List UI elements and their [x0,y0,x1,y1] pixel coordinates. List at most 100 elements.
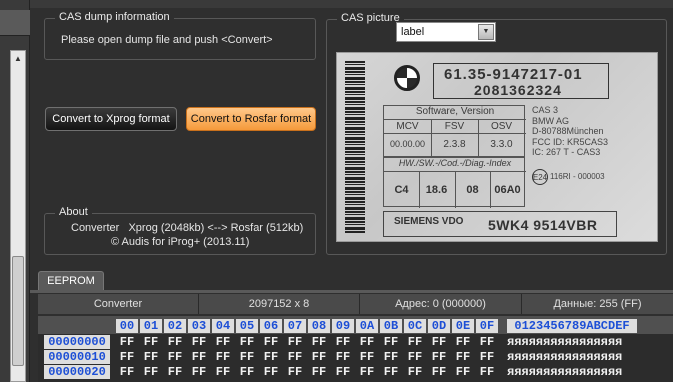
about-copyright-line: © Audis for iProg+ (2013.11) [111,236,250,248]
convert-to-rosfar-button[interactable]: Convert to Rosfar format [186,107,316,131]
hex-byte: FF [359,365,375,379]
hex-byte: FF [407,350,423,364]
hex-byte: FF [431,350,447,364]
hex-byte: FF [431,335,447,349]
sw-value-osv: 3.3.0 [490,139,513,150]
hex-column-header: 0E [452,319,474,333]
hex-byte: FF [191,350,207,364]
row-address: 00000020 [44,365,110,379]
scroll-up-arrow-icon[interactable]: ▲ [11,51,25,65]
hex-byte: FF [239,335,255,349]
sw-value-mcv: 00.00.00 [389,139,426,149]
hex-byte: FF [167,350,183,364]
left-panel-tab[interactable] [0,10,30,36]
status-mode: Converter [38,294,199,314]
hw-value: C4 [394,184,409,196]
hex-byte: FF [455,335,471,349]
about-group: About Converter Xprog (2048kb) <--> Rosf… [44,206,316,255]
sw-header-osv: OSV [490,121,513,132]
ascii-column-header: 0123456789ABCDEF [507,319,637,333]
hex-byte: FF [119,365,135,379]
sw-header-fsv: FSV [444,121,465,132]
hex-byte: FF [359,350,375,364]
cas-picture-title: CAS picture [337,12,404,24]
hex-byte: FF [455,365,471,379]
status-size: 2097152 x 8 [199,294,360,314]
hex-column-header: 0C [404,319,426,333]
hex-column-header: 07 [284,319,306,333]
ascii-row: яяяяяяяяяяяяяяяя [507,365,623,379]
hex-byte: FF [335,350,351,364]
hex-byte: FF [335,335,351,349]
hex-byte: FF [191,365,207,379]
bmw-logo-icon [394,65,420,91]
hw-value: 06A0 [494,184,521,196]
hex-byte: FF [479,350,495,364]
status-address: Адрес: 0 (000000) [360,294,522,314]
hex-byte: FF [263,350,279,364]
hex-byte: FF [215,335,231,349]
hex-column-header: 04 [212,319,234,333]
row-address: 00000010 [44,350,110,364]
picture-select-dropdown[interactable]: label ▼ [396,22,496,42]
cas-label-image: 61.35-9147217-01 2081362324 Software, Ve… [336,52,658,242]
top-border [30,0,673,8]
hex-byte: FF [287,365,303,379]
hex-byte: FF [455,350,471,364]
hex-byte: FF [383,335,399,349]
hw-index-title: HW./SW.-/Cod.-/Diag.-Index [384,158,526,172]
ascii-row: яяяяяяяяяяяяяяяя [507,350,623,364]
e-approval-mark: E24 [532,169,548,185]
hex-byte: FF [431,365,447,379]
chevron-down-icon[interactable]: ▼ [478,24,494,40]
hex-byte: FF [239,365,255,379]
hex-byte: FF [359,335,375,349]
hex-byte: FF [143,335,159,349]
cas-dump-info-title: CAS dump information [55,11,174,23]
hex-column-header: 0F [476,319,498,333]
hex-byte: FF [383,365,399,379]
software-version-title: Software, Version [384,106,526,120]
scrollbar-thumb[interactable] [12,256,24,366]
hex-byte: FF [263,365,279,379]
hex-byte: FF [311,365,327,379]
hex-byte: FF [215,365,231,379]
vertical-scrollbar[interactable]: ▲ [10,50,26,382]
hex-byte: FF [383,350,399,364]
hex-byte: FF [311,350,327,364]
hex-column-header: 01 [140,319,162,333]
convert-to-xprog-button[interactable]: Convert to Xprog format [45,107,177,131]
siemens-box: SIEMENS VDO 5WK4 9514VBR [383,211,617,237]
ascii-row: яяяяяяяяяяяяяяяя [507,335,623,349]
hex-byte: FF [143,350,159,364]
hex-byte: FF [215,350,231,364]
part-number-box: 61.35-9147217-01 2081362324 [433,63,609,99]
part-number: 61.35-9147217-01 [444,66,583,83]
hw-index-box: HW./SW.-/Cod.-/Diag.-Index C4 18.6 08 06… [383,157,526,208]
hex-column-header: 0A [356,319,378,333]
hex-byte: FF [167,365,183,379]
tab-eeprom[interactable]: EEPROM [38,271,104,290]
status-data: Данные: 255 (FF) [553,298,642,310]
hex-byte: FF [287,335,303,349]
sw-header-mcv: MCV [396,121,419,132]
about-title: About [55,206,92,218]
serial-number: 2081362324 [474,82,562,98]
hex-column-header: 03 [188,319,210,333]
picture-select-value: label [401,26,425,38]
hex-column-header: 0D [428,319,450,333]
hex-byte: FF [335,365,351,379]
hex-column-header: 08 [308,319,330,333]
hex-byte: FF [311,335,327,349]
cas-dump-message: Please open dump file and push <Convert> [61,34,273,46]
hex-byte: FF [191,335,207,349]
hex-byte: FF [287,350,303,364]
hex-byte: FF [143,365,159,379]
wk-number: 5WK4 9514VBR [488,217,598,233]
sw-value-fsv: 2.3.8 [443,139,466,150]
about-converter-line: Converter Xprog (2048kb) <--> Rosfar (51… [71,222,304,234]
cas-dump-info-group: CAS dump information Please open dump fi… [44,11,316,60]
siemens-vdo-logo: SIEMENS VDO [394,216,464,227]
hex-byte: FF [119,335,135,349]
hex-column-header: 00 [116,319,138,333]
